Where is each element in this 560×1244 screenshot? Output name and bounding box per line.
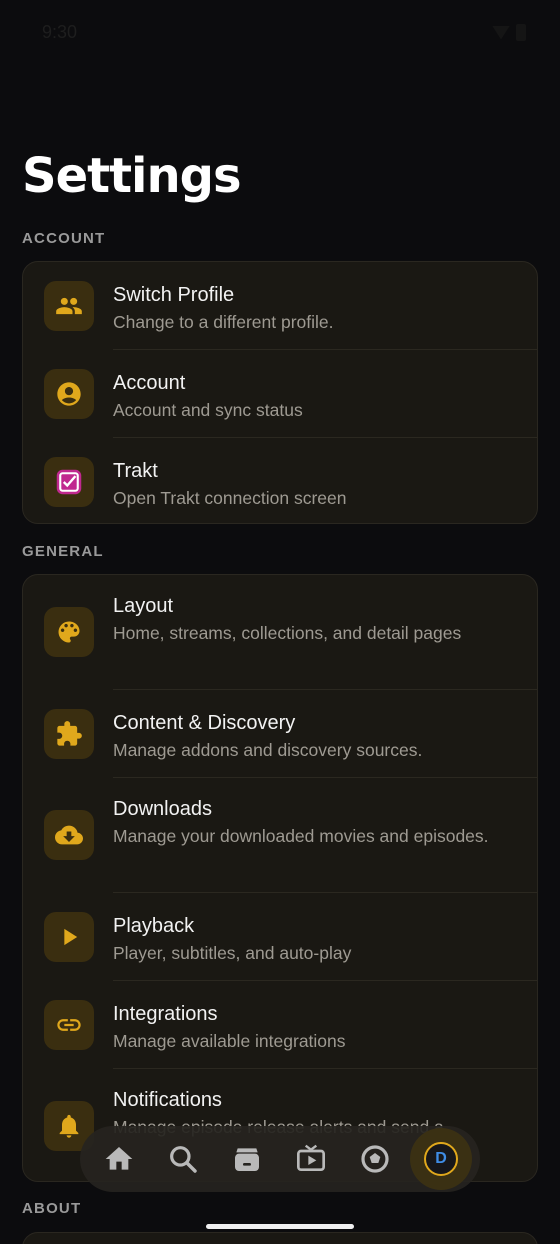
play-icon [44,912,94,962]
nav-profile[interactable]: D [410,1128,472,1190]
settings-item-downloads[interactable]: Downloads Manage your downloaded movies … [23,778,537,893]
puzzle-icon [44,709,94,759]
item-title: Content & Discovery [113,712,296,734]
item-title: Integrations [113,1003,218,1025]
about-card [22,1232,538,1244]
nav-home[interactable] [96,1136,142,1182]
trakt-icon [44,457,94,507]
account-circle-icon [44,369,94,419]
avatar: D [424,1142,458,1176]
settings-item-integrations[interactable]: Integrations Manage available integratio… [23,981,537,1069]
bottom-nav: D [80,1126,480,1192]
item-subtitle: Manage available integrations [113,1031,346,1051]
item-subtitle: Change to a different profile. [113,312,334,332]
settings-item-account[interactable]: Account Account and sync status [23,350,537,438]
section-label-about: ABOUT [22,1200,82,1217]
general-card: Layout Home, streams, collections, and d… [22,574,538,1182]
item-title: Playback [113,915,195,937]
nav-library[interactable] [224,1136,270,1182]
item-title: Account [113,372,186,394]
item-subtitle: Manage your downloaded movies and episod… [113,826,489,846]
library-icon [235,1148,259,1171]
home-icon [105,1147,133,1170]
item-title: Notifications [113,1089,222,1111]
page-title: Settings [22,148,242,204]
settings-item-switch-profile[interactable]: Switch Profile Change to a different pro… [23,262,537,350]
item-title: Trakt [113,460,158,482]
link-icon [44,1000,94,1050]
people-icon [44,281,94,331]
settings-item-playback[interactable]: Playback Player, subtitles, and auto-pla… [23,893,537,981]
cloud-download-icon [44,810,94,860]
palette-icon [44,607,94,657]
home-indicator[interactable] [206,1224,354,1229]
nav-tv[interactable] [288,1136,334,1182]
status-icons [492,24,526,41]
item-subtitle: Manage addons and discovery sources. [113,740,423,760]
settings-item-trakt[interactable]: Trakt Open Trakt connection screen [23,438,537,523]
battery-icon [516,24,526,41]
item-title: Downloads [113,798,212,820]
nav-discover[interactable] [352,1136,398,1182]
tv-icon [297,1144,325,1171]
item-subtitle: Player, subtitles, and auto-play [113,943,352,963]
item-subtitle: Account and sync status [113,400,303,420]
item-subtitle: Open Trakt connection screen [113,488,347,508]
status-bar: 9:30 [0,0,560,66]
item-subtitle: Home, streams, collections, and detail p… [113,623,462,643]
section-label-general: GENERAL [22,543,104,560]
item-title: Layout [113,595,174,617]
item-title: Switch Profile [113,284,235,306]
settings-item-layout[interactable]: Layout Home, streams, collections, and d… [23,575,537,690]
nav-search[interactable] [160,1136,206,1182]
section-label-account: ACCOUNT [22,230,106,247]
search-icon [170,1146,197,1173]
account-card: Switch Profile Change to a different pro… [22,261,538,524]
status-time: 9:30 [42,22,78,42]
wifi-icon [492,25,510,40]
settings-item-content-discovery[interactable]: Content & Discovery Manage addons and di… [23,690,537,778]
discover-icon [361,1145,389,1173]
